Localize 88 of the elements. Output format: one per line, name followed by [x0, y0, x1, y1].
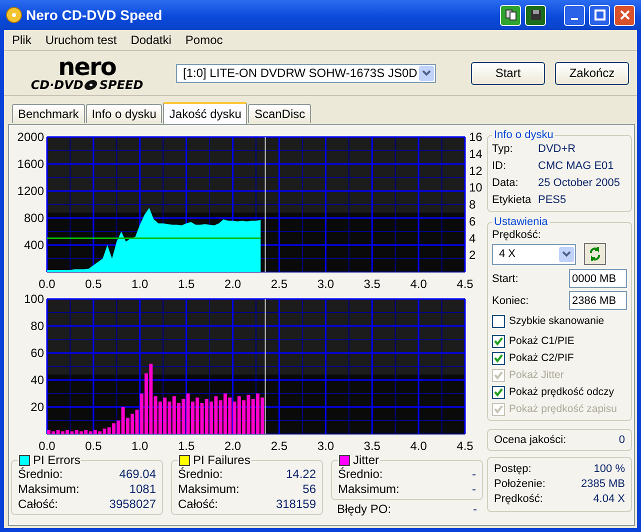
- info-label: ID:: [492, 159, 508, 174]
- x-tick-label: 1.0: [132, 277, 148, 291]
- x-tick-label: 2.5: [270, 277, 288, 291]
- end-label: Koniec:: [492, 294, 529, 306]
- group-title: Ustawienia: [493, 216, 549, 228]
- y-tick-label: 60: [30, 346, 44, 360]
- y-tick-label: 2: [469, 248, 476, 262]
- stat-value: 1081: [129, 482, 156, 497]
- info-label: Typ:: [492, 142, 514, 157]
- x-tick-label: 3.5: [364, 439, 380, 453]
- x-tick-label: 3.5: [364, 277, 380, 291]
- x-tick-label: 4.0: [410, 439, 427, 453]
- stat-label: Błędy PO:: [337, 502, 392, 517]
- quality-value: 0: [618, 433, 625, 448]
- info-label: Etykieta: [492, 193, 532, 208]
- stat-value: 56: [302, 482, 316, 497]
- stat-label: Maksimum:: [338, 482, 400, 497]
- x-tick-label: 1.5: [178, 439, 195, 453]
- y-tick-label: 20: [30, 400, 44, 414]
- start-label: Start:: [492, 272, 518, 284]
- stat-label: Średnio:: [338, 467, 383, 482]
- progress-value: 2385 MB: [580, 477, 625, 492]
- option-label: Szybkie skanowanie: [509, 314, 604, 329]
- group-title: Jitter: [353, 453, 380, 467]
- option-label: Pokaż C1/PIE: [509, 334, 574, 349]
- stat-value: 3958027: [109, 497, 156, 512]
- stat-value: -: [473, 502, 477, 517]
- y-tick-label: 16: [469, 130, 482, 144]
- option-label: Pokaż prędkość odczy: [509, 385, 614, 400]
- x-tick-label: 0.0: [38, 277, 56, 291]
- stat-value: -: [472, 467, 476, 482]
- y-tick-label: 2000: [17, 130, 44, 144]
- y-tick-label: 12: [469, 164, 482, 178]
- progress-value: 100 %: [594, 462, 625, 477]
- x-tick-label: 2.5: [270, 439, 288, 453]
- x-tick-label: 1.0: [132, 439, 148, 453]
- stat-value: 469.04: [119, 467, 156, 482]
- progress-label: Położenie:: [494, 477, 546, 492]
- x-tick-label: 4.5: [456, 277, 474, 291]
- y-tick-label: 10: [469, 180, 482, 195]
- y-tick-label: 6: [469, 214, 476, 228]
- info-value: DVD+R: [538, 142, 576, 157]
- x-tick-label: 4.5: [456, 439, 474, 453]
- x-tick-label: 0.0: [38, 439, 56, 453]
- option-label: Pokaż C2/PIF: [509, 351, 574, 366]
- info-value: 25 October 2005: [538, 176, 620, 191]
- stat-value: -: [472, 482, 476, 497]
- x-tick-label: 1.5: [178, 277, 195, 291]
- x-tick-label: 4.0: [410, 277, 427, 291]
- group-title: PI Failures: [193, 453, 250, 467]
- x-tick-label: 3.0: [317, 277, 334, 291]
- progress-label: Postęp:: [494, 462, 532, 477]
- group-title: PI Errors: [33, 453, 80, 467]
- progress-label: Prędkość:: [494, 492, 543, 507]
- info-label: Data:: [492, 176, 520, 191]
- quality-label: Ocena jakości:: [494, 433, 566, 448]
- speed-label: Prędkość:: [492, 228, 542, 243]
- x-tick-label: 2.0: [224, 277, 242, 291]
- y-tick-label: 80: [30, 319, 44, 333]
- info-value: PES5: [538, 193, 566, 208]
- stat-label: Maksimum:: [178, 482, 240, 497]
- y-tick-label: 14: [469, 146, 482, 161]
- option-label: Pokaż prędkość zapisu: [509, 402, 617, 417]
- x-tick-label: 3.0: [317, 439, 334, 453]
- logo: nero CD·DVD SPEED: [30, 55, 144, 91]
- info-value: CMC MAG E01: [538, 159, 614, 174]
- y-tick-label: 400: [24, 238, 44, 252]
- stat-value: 318159: [276, 497, 316, 512]
- stat-label: Całość:: [18, 497, 58, 512]
- y-tick-label: 1600: [17, 157, 44, 171]
- progress-value: 4.04 X: [593, 492, 625, 507]
- stat-label: Średnio:: [18, 467, 63, 482]
- stat-label: Maksimum:: [18, 482, 80, 497]
- stat-label: Całość:: [178, 497, 218, 512]
- option-label: Pokaż Jitter: [509, 368, 564, 383]
- x-tick-label: 2.0: [224, 439, 242, 453]
- y-tick-label: 800: [24, 211, 44, 225]
- group-title: Info o dysku: [493, 129, 554, 141]
- stat-label: Średnio:: [178, 467, 223, 482]
- x-tick-label: 0.5: [85, 277, 102, 291]
- y-tick-label: 100: [24, 292, 44, 306]
- y-tick-label: 1200: [17, 184, 44, 198]
- y-tick-label: 4: [469, 231, 476, 246]
- y-tick-label: 40: [30, 373, 44, 387]
- stat-value: 14.22: [286, 467, 316, 482]
- y-tick-label: 8: [469, 198, 476, 212]
- window-title: Nero CD-DVD Speed: [26, 7, 162, 23]
- x-tick-label: 0.5: [85, 439, 102, 453]
